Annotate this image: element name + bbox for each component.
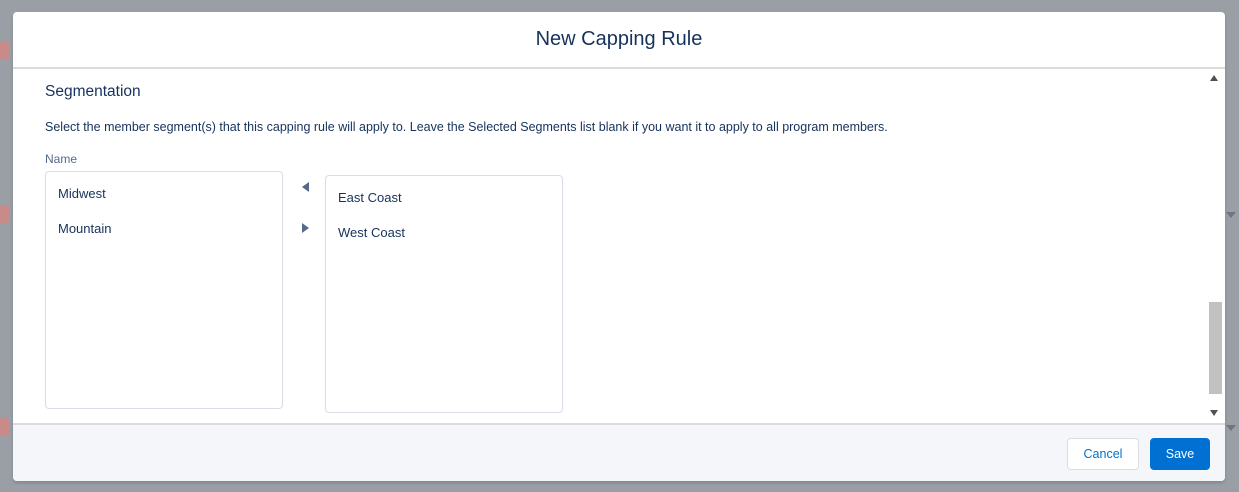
selected-segments-listbox[interactable]: East Coast West Coast	[325, 175, 563, 413]
move-to-selected-button[interactable]	[297, 220, 313, 236]
scroll-down-arrow-icon[interactable]	[1210, 410, 1218, 416]
cancel-button[interactable]: Cancel	[1067, 438, 1139, 470]
background-dropdown-icon	[1226, 425, 1236, 431]
background-dropdown-icon	[1226, 212, 1236, 218]
segmentation-help-text: Select the member segment(s) that this c…	[45, 120, 888, 134]
available-option-midwest[interactable]: Midwest	[58, 186, 106, 201]
move-to-available-button[interactable]	[297, 179, 313, 195]
scrollbar-thumb[interactable]	[1209, 302, 1222, 394]
available-option-mountain[interactable]: Mountain	[58, 221, 111, 236]
selected-option-east-coast[interactable]: East Coast	[338, 190, 402, 205]
available-segments-listbox[interactable]: Midwest Mountain	[45, 171, 283, 409]
modal-body: Segmentation Select the member segment(s…	[13, 69, 1225, 423]
selected-option-west-coast[interactable]: West Coast	[338, 225, 405, 240]
segmentation-section-title: Segmentation	[45, 83, 141, 100]
modal-body-scrollbar[interactable]	[1207, 69, 1222, 423]
name-field-label: Name	[45, 152, 78, 166]
modal-footer: Cancel Save	[13, 423, 1225, 481]
scroll-up-arrow-icon[interactable]	[1210, 75, 1218, 81]
save-button[interactable]: Save	[1150, 438, 1210, 470]
triangle-right-icon	[301, 223, 309, 233]
background-record-icon	[0, 205, 10, 223]
background-record-icon	[0, 42, 10, 60]
triangle-left-icon	[301, 182, 309, 192]
new-capping-rule-modal: New Capping Rule Segmentation Select the…	[13, 12, 1225, 481]
modal-header: New Capping Rule	[13, 12, 1225, 69]
background-record-icon	[0, 418, 10, 436]
modal-title: New Capping Rule	[535, 28, 703, 50]
